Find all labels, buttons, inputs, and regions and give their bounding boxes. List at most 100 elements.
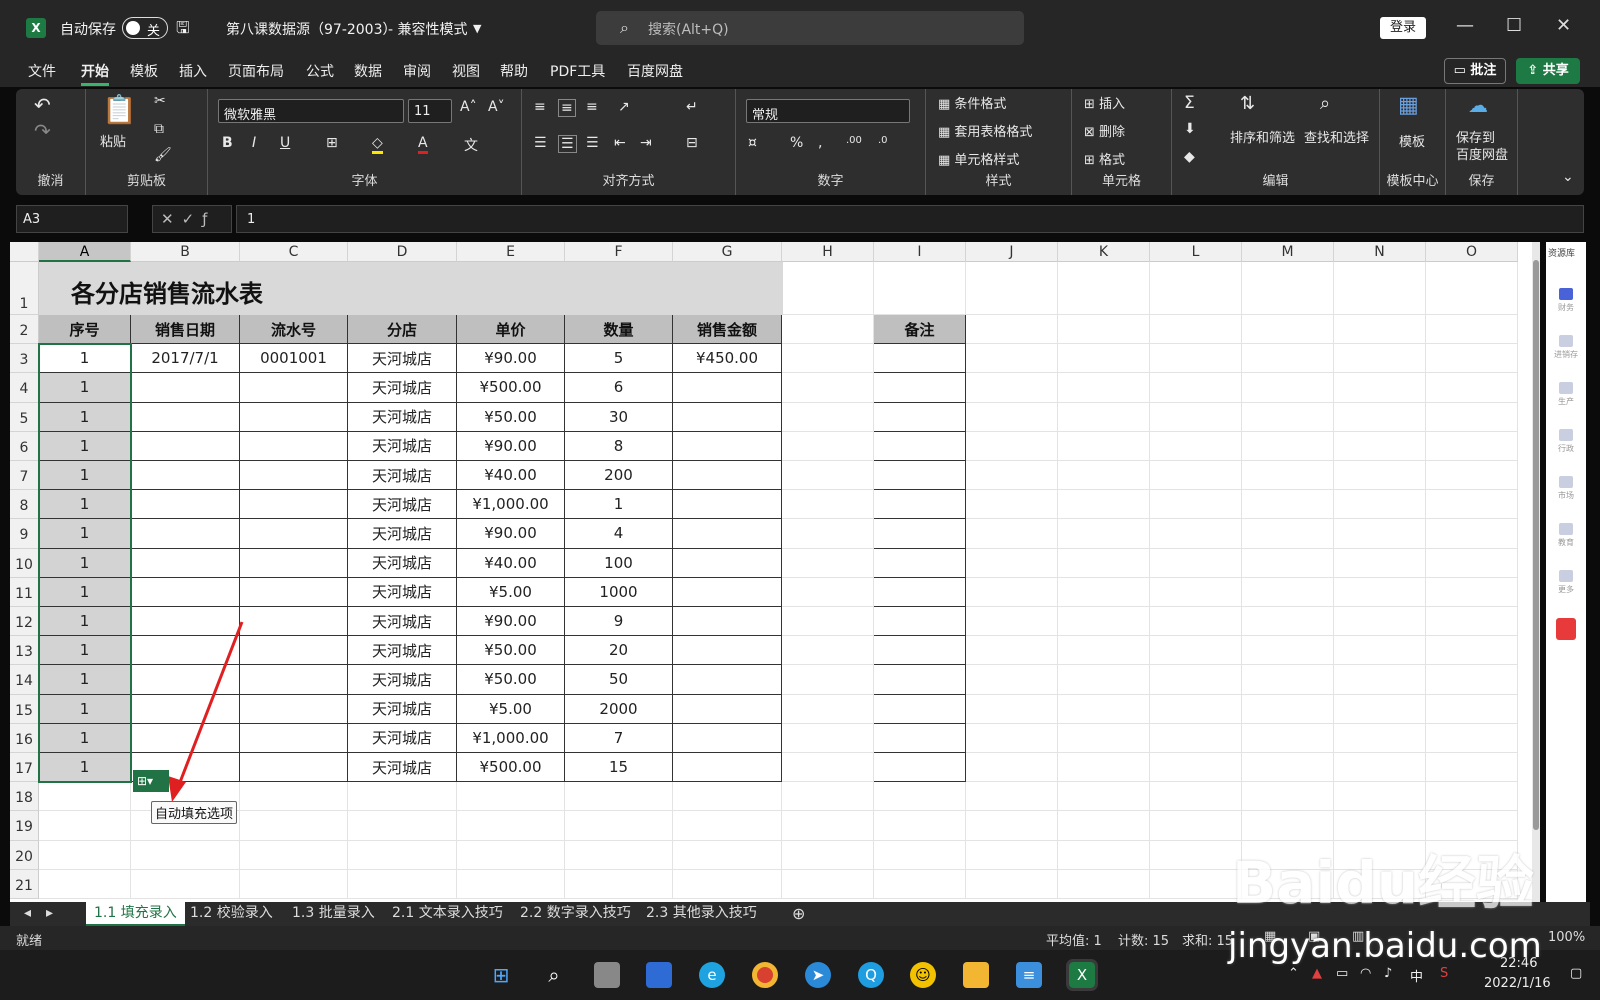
grid-cell[interactable] bbox=[1242, 548, 1334, 578]
resource-pane-item[interactable]: 更多 bbox=[1546, 570, 1586, 595]
grid-cell[interactable] bbox=[1426, 344, 1518, 374]
grid-cell[interactable] bbox=[782, 344, 874, 374]
table-header-cell[interactable]: 销售日期 bbox=[131, 315, 240, 345]
table-cell[interactable]: ¥50.00 bbox=[457, 665, 565, 695]
underline-icon[interactable]: U bbox=[280, 135, 290, 151]
resource-pane-item[interactable]: 教育 bbox=[1546, 523, 1586, 548]
grid-cell[interactable] bbox=[966, 636, 1058, 666]
table-cell[interactable]: ¥1,000.00 bbox=[457, 490, 565, 520]
grid-cell[interactable] bbox=[1334, 577, 1426, 607]
grid-cell[interactable] bbox=[782, 782, 874, 812]
table-cell[interactable]: ¥500.00 bbox=[457, 753, 565, 783]
select-all-corner[interactable] bbox=[10, 242, 39, 262]
grid-cell[interactable] bbox=[1426, 461, 1518, 491]
excel-taskbar-icon[interactable]: X bbox=[1066, 959, 1098, 991]
grid-cell[interactable] bbox=[782, 577, 874, 607]
border-icon[interactable]: ⊞ bbox=[326, 135, 338, 151]
grid-cell[interactable] bbox=[1058, 723, 1150, 753]
table-cell[interactable] bbox=[673, 577, 782, 607]
row-header-13[interactable]: 13 bbox=[10, 636, 39, 666]
row-header-8[interactable]: 8 bbox=[10, 490, 39, 520]
table-cell[interactable]: ¥450.00 bbox=[673, 344, 782, 374]
save-icon[interactable]: 🖫 bbox=[176, 17, 190, 44]
row-header-10[interactable]: 10 bbox=[10, 548, 39, 578]
grid-cell[interactable] bbox=[874, 262, 966, 315]
grid-cell[interactable] bbox=[966, 315, 1058, 345]
table-cell[interactable] bbox=[131, 373, 240, 403]
table-cell[interactable]: 8 bbox=[565, 431, 673, 461]
table-cell[interactable]: 200 bbox=[565, 461, 673, 491]
browser-icon[interactable]: Q bbox=[858, 962, 884, 988]
widgets-icon[interactable] bbox=[646, 962, 672, 988]
search-box[interactable]: ⌕ 搜索(Alt+Q) bbox=[596, 11, 1024, 45]
tray-arrow-icon[interactable]: ⌃ bbox=[1288, 966, 1299, 981]
column-header-c[interactable]: C bbox=[240, 242, 348, 262]
table-cell[interactable]: 1000 bbox=[565, 577, 673, 607]
table-cell[interactable]: ¥50.00 bbox=[457, 402, 565, 432]
grid-cell[interactable] bbox=[1058, 869, 1150, 899]
grid-cell[interactable] bbox=[1426, 665, 1518, 695]
table-cell[interactable] bbox=[673, 431, 782, 461]
column-header-d[interactable]: D bbox=[348, 242, 457, 262]
sheet-tab-3[interactable]: 1.3 批量录入 bbox=[292, 902, 375, 926]
grid-cell[interactable] bbox=[1242, 262, 1334, 315]
sheet-tab-1[interactable]: 1.1 填充录入 bbox=[86, 902, 185, 926]
conditional-format-button[interactable]: ▦ 条件格式 bbox=[938, 93, 1006, 112]
row-header-11[interactable]: 11 bbox=[10, 577, 39, 607]
grid-cell[interactable] bbox=[39, 782, 131, 812]
tab-insert[interactable]: 插入 bbox=[179, 61, 207, 81]
note-cell[interactable] bbox=[874, 519, 966, 549]
grid-cell[interactable] bbox=[1426, 262, 1518, 315]
grid-cell[interactable] bbox=[1334, 548, 1426, 578]
battery-icon[interactable]: ▭ bbox=[1336, 966, 1348, 981]
grid-cell[interactable] bbox=[1150, 811, 1242, 841]
grid-cell[interactable] bbox=[1058, 373, 1150, 403]
compat-mode-label[interactable]: - 兼容性模式 bbox=[388, 19, 468, 39]
table-cell[interactable] bbox=[673, 694, 782, 724]
grid-cell[interactable] bbox=[1150, 262, 1242, 315]
table-cell[interactable] bbox=[673, 519, 782, 549]
sheet-tab-2[interactable]: 1.2 校验录入 bbox=[190, 902, 273, 926]
grid-cell[interactable] bbox=[1334, 753, 1426, 783]
font-size-select[interactable]: 11 bbox=[408, 99, 452, 123]
orientation-icon[interactable]: ↗ bbox=[618, 99, 630, 115]
table-header-cell[interactable]: 数量 bbox=[565, 315, 673, 345]
grid-cell[interactable] bbox=[1150, 490, 1242, 520]
grid-cell[interactable] bbox=[782, 723, 874, 753]
table-cell[interactable]: 天河城店 bbox=[348, 753, 457, 783]
grid-cell[interactable] bbox=[966, 519, 1058, 549]
merge-center-icon[interactable]: ⊟ bbox=[686, 135, 698, 151]
minimize-icon[interactable]: — bbox=[1456, 15, 1474, 36]
italic-icon[interactable]: I bbox=[252, 135, 256, 151]
row-header-5[interactable]: 5 bbox=[10, 402, 39, 432]
align-center-icon[interactable]: ☰ bbox=[558, 135, 577, 153]
table-cell[interactable]: 天河城店 bbox=[348, 431, 457, 461]
note-cell[interactable] bbox=[874, 577, 966, 607]
table-cell[interactable] bbox=[673, 665, 782, 695]
grid-cell[interactable] bbox=[1334, 723, 1426, 753]
grid-cell[interactable] bbox=[1150, 665, 1242, 695]
grid-cell[interactable] bbox=[782, 811, 874, 841]
start-icon[interactable]: ⊞ bbox=[488, 962, 514, 988]
comma-style-icon[interactable]: , bbox=[818, 135, 822, 151]
grid-cell[interactable] bbox=[1058, 548, 1150, 578]
grid-cell[interactable] bbox=[966, 607, 1058, 637]
row-header-4[interactable]: 4 bbox=[10, 373, 39, 403]
grid-cell[interactable] bbox=[966, 811, 1058, 841]
grid-cell[interactable] bbox=[1150, 315, 1242, 345]
undo-icon[interactable]: ↶ bbox=[34, 93, 51, 117]
column-header-n[interactable]: N bbox=[1334, 242, 1426, 262]
grid-cell[interactable] bbox=[240, 811, 348, 841]
grid-cell[interactable] bbox=[966, 782, 1058, 812]
grid-cell[interactable] bbox=[782, 840, 874, 870]
grid-cell[interactable] bbox=[131, 869, 240, 899]
grid-cell[interactable] bbox=[1058, 636, 1150, 666]
grid-cell[interactable] bbox=[1058, 262, 1150, 315]
grid-cell[interactable] bbox=[966, 723, 1058, 753]
grid-cell[interactable] bbox=[1242, 373, 1334, 403]
sheet-tab-5[interactable]: 2.2 数字录入技巧 bbox=[520, 902, 631, 926]
feishu-icon[interactable]: ➤ bbox=[805, 962, 831, 988]
chevron-down-icon[interactable]: ▼ bbox=[473, 22, 481, 35]
table-cell[interactable]: 天河城店 bbox=[348, 577, 457, 607]
table-cell[interactable] bbox=[240, 490, 348, 520]
